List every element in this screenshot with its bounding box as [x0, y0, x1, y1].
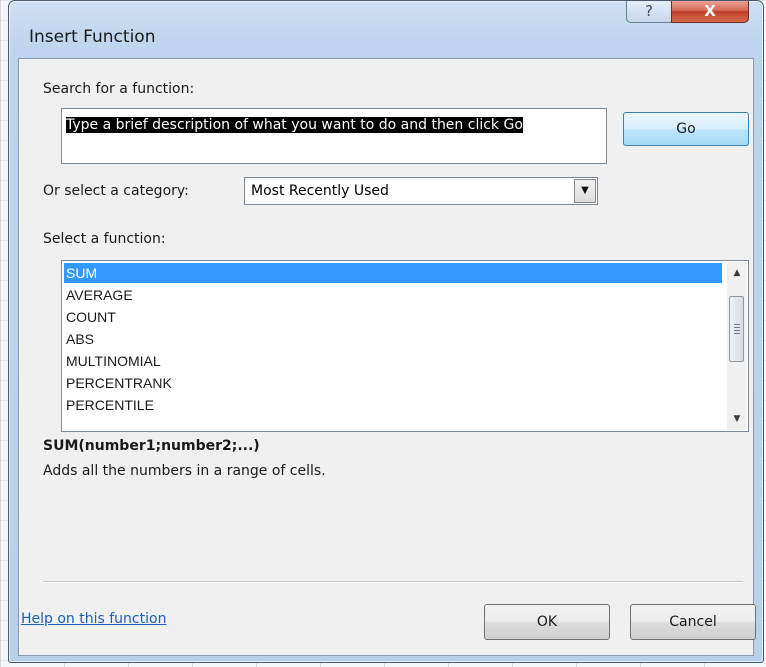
function-list-label: Select a function: — [43, 231, 166, 247]
cancel-button[interactable]: Cancel — [630, 604, 756, 640]
function-list[interactable]: SUM AVERAGE COUNT ABS MULTINOMIAL PERCEN… — [61, 260, 749, 432]
grip-line — [734, 324, 740, 325]
vertical-scrollbar[interactable]: ▲ ▼ — [727, 262, 747, 430]
grip-line — [734, 327, 740, 328]
list-item[interactable]: COUNT — [64, 307, 722, 327]
divider — [43, 581, 743, 583]
chevron-down-icon[interactable]: ▼ — [574, 179, 596, 203]
function-signature: SUM(number1;number2;...) — [43, 438, 260, 454]
grip-line — [734, 330, 740, 331]
search-label: Search for a function: — [43, 81, 195, 97]
close-button[interactable]: X — [671, 1, 749, 23]
scrollbar-thumb[interactable] — [729, 296, 744, 362]
search-input[interactable]: Type a brief description of what you wan… — [61, 108, 607, 164]
scroll-down-icon[interactable]: ▼ — [727, 410, 747, 428]
search-input-text: Type a brief description of what you wan… — [66, 117, 523, 133]
dialog-title: Insert Function — [29, 27, 156, 47]
list-item[interactable]: PERCENTRANK — [64, 373, 722, 393]
dialog-body: Search for a function: Type a brief desc… — [18, 58, 756, 656]
close-icon: X — [704, 2, 716, 20]
question-mark-icon: ? — [645, 2, 653, 20]
list-item[interactable]: PERCENTILE — [64, 395, 722, 415]
category-label: Or select a category: — [43, 183, 189, 199]
list-item[interactable]: SUM — [64, 263, 722, 283]
go-button[interactable]: Go — [623, 112, 749, 146]
category-select[interactable]: Most Recently Used ▼ — [244, 177, 598, 205]
list-item[interactable]: AVERAGE — [64, 285, 722, 305]
help-button[interactable]: ? — [626, 1, 672, 23]
ok-button[interactable]: OK — [484, 604, 610, 640]
list-item[interactable]: ABS — [64, 329, 722, 349]
grip-line — [734, 333, 740, 334]
function-description: Adds all the numbers in a range of cells… — [43, 463, 326, 479]
scroll-up-icon[interactable]: ▲ — [727, 264, 747, 282]
insert-function-dialog: Insert Function ? X Search for a functio… — [8, 0, 764, 663]
list-item[interactable]: MULTINOMIAL — [64, 351, 722, 371]
category-select-value: Most Recently Used — [251, 183, 389, 199]
help-on-function-link[interactable]: Help on this function — [21, 611, 166, 627]
